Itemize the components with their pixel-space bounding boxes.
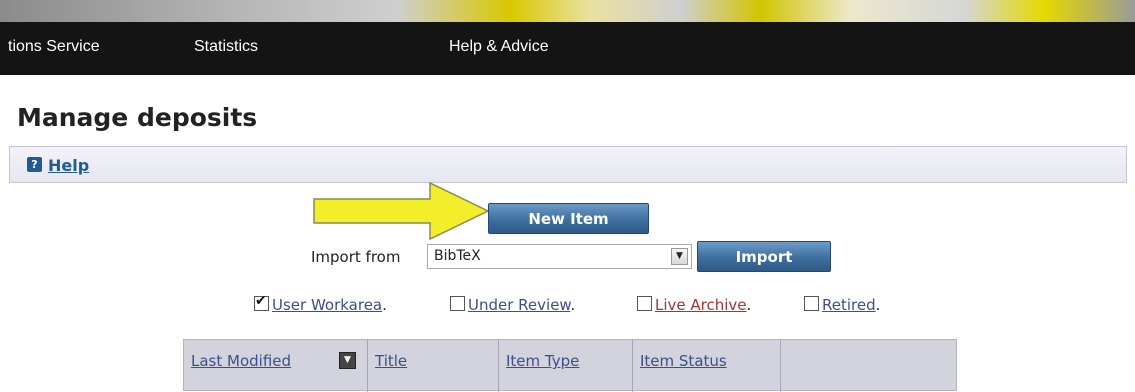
- dropdown-arrow-icon[interactable]: ▼: [671, 248, 688, 265]
- main-nav: tions Service Statistics Help & Advice: [0, 22, 1135, 75]
- filter-separator: .: [570, 296, 576, 314]
- filter-under-review[interactable]: Under Review.: [450, 296, 575, 314]
- nav-item-publications-service[interactable]: tions Service: [8, 38, 100, 56]
- column-divider: [632, 340, 633, 392]
- import-format-select[interactable]: BibTeX ▼: [427, 244, 692, 269]
- under-review-checkbox[interactable]: [450, 296, 465, 311]
- live-archive-checkbox[interactable]: [637, 296, 652, 311]
- column-header-last-modified[interactable]: Last Modified: [191, 352, 291, 370]
- header-banner: [0, 0, 1135, 22]
- nav-item-help-advice[interactable]: Help & Advice: [449, 38, 549, 56]
- help-bar: ? Help: [9, 146, 1127, 183]
- filter-separator: .: [746, 296, 752, 314]
- filter-live-archive-label[interactable]: Live Archive: [655, 296, 747, 314]
- retired-checkbox[interactable]: [804, 296, 819, 311]
- nav-item-statistics[interactable]: Statistics: [194, 38, 258, 56]
- filter-retired-label[interactable]: Retired: [822, 296, 876, 314]
- filter-user-workarea-label[interactable]: User Workarea: [272, 296, 382, 314]
- sort-descending-icon[interactable]: ▼: [339, 352, 356, 369]
- page-title: Manage deposits: [17, 103, 258, 132]
- column-header-item-type[interactable]: Item Type: [506, 352, 579, 370]
- filter-live-archive[interactable]: Live Archive.: [637, 296, 751, 314]
- help-link[interactable]: Help: [48, 156, 89, 175]
- yellow-pointer-arrow-icon: [313, 181, 490, 241]
- column-divider: [367, 340, 368, 392]
- column-header-item-status[interactable]: Item Status: [640, 352, 727, 370]
- user-workarea-checkbox[interactable]: ✔: [254, 293, 269, 311]
- new-item-button[interactable]: New Item: [488, 203, 649, 234]
- checkmark-icon: ✔: [255, 293, 267, 309]
- column-divider: [780, 340, 781, 392]
- filter-retired[interactable]: Retired.: [804, 296, 880, 314]
- import-from-label: Import from: [311, 248, 401, 266]
- filter-separator: .: [875, 296, 881, 314]
- deposits-table-header: Last Modified ▼ Title Item Type Item Sta…: [183, 339, 957, 392]
- filter-user-workarea[interactable]: ✔ User Workarea.: [254, 293, 387, 314]
- column-header-title[interactable]: Title: [375, 352, 407, 370]
- column-divider: [498, 340, 499, 392]
- filter-under-review-label[interactable]: Under Review: [468, 296, 570, 314]
- import-button[interactable]: Import: [697, 241, 831, 272]
- import-format-value: BibTeX: [434, 248, 481, 264]
- filter-separator: .: [382, 296, 387, 314]
- help-question-icon[interactable]: ?: [27, 157, 42, 172]
